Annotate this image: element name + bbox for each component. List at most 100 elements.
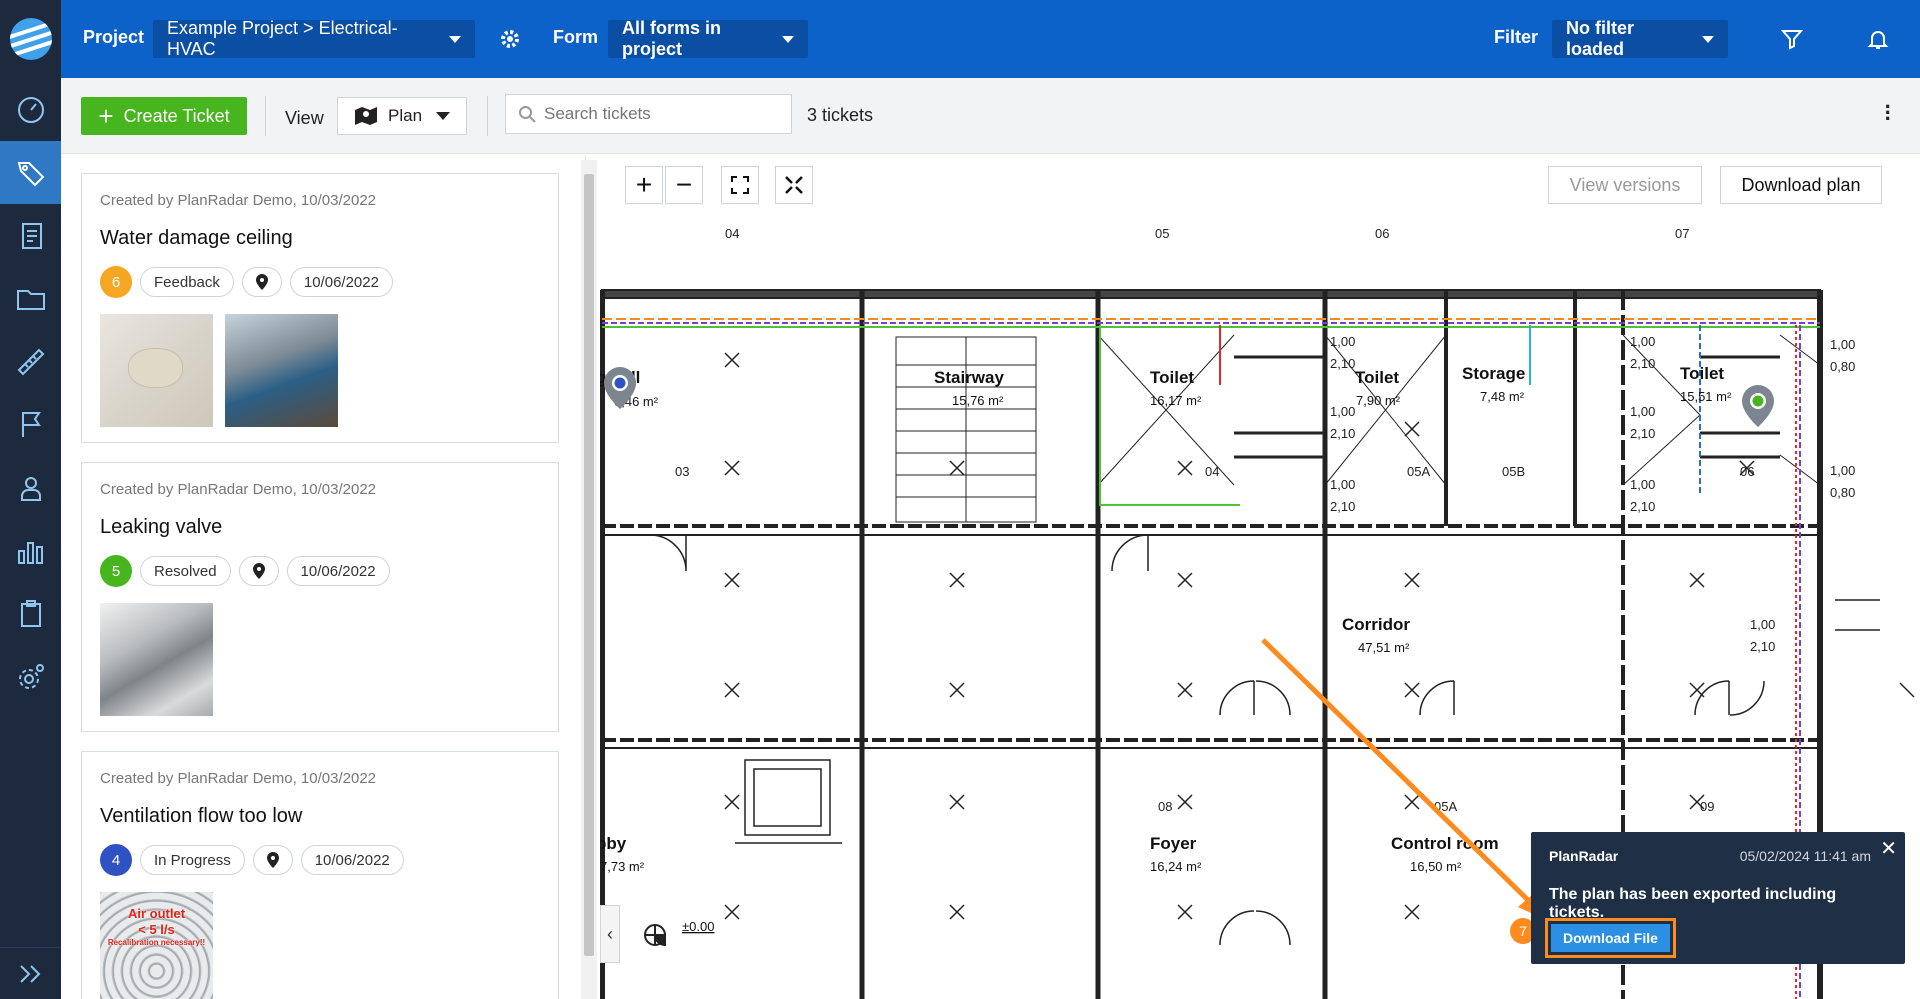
svg-text:05: 05 (1155, 226, 1169, 241)
ticket-photo[interactable] (100, 314, 213, 427)
svg-text:2,10: 2,10 (1630, 499, 1655, 514)
chevron-down-icon (449, 35, 461, 43)
reports-icon[interactable] (0, 519, 61, 582)
room-area: 15,76 m² (952, 393, 1004, 408)
close-icon[interactable]: ✕ (1880, 836, 1897, 861)
chevron-down-icon (436, 112, 450, 120)
location-pin-icon[interactable] (252, 845, 293, 875)
ticket-meta: Created by PlanRadar Demo, 10/03/2022 (100, 192, 377, 209)
room-area: 7,90 m² (1356, 393, 1401, 408)
svg-text:2,10: 2,10 (1330, 499, 1355, 514)
collapse-panel-button[interactable]: ‹ (600, 905, 620, 963)
location-pin-icon[interactable] (241, 267, 282, 297)
dashboard-icon[interactable] (0, 78, 61, 141)
clipboard-icon[interactable] (0, 582, 61, 645)
zoom-in-button[interactable]: + (625, 166, 663, 204)
search-box[interactable] (505, 94, 792, 134)
room-area: 15,51 m² (1680, 389, 1732, 404)
ticket-list: Created by PlanRadar Demo, 10/03/2022 Wa… (61, 155, 586, 999)
svg-text:2,10: 2,10 (1630, 356, 1655, 371)
search-input[interactable] (544, 104, 774, 124)
download-file-button[interactable]: Download File (1551, 924, 1670, 952)
tickets-icon[interactable] (0, 141, 61, 204)
settings-icon[interactable] (0, 645, 61, 708)
status-badge: Feedback (140, 267, 234, 297)
ticket-card[interactable]: Created by PlanRadar Demo, 10/03/2022 Wa… (81, 173, 559, 443)
form-select[interactable]: All forms in project (608, 18, 808, 59)
folder-icon[interactable] (0, 267, 61, 330)
filter-funnel-icon[interactable] (1779, 26, 1805, 52)
svg-text:05A: 05A (1407, 464, 1430, 479)
plus-icon: + (98, 101, 114, 131)
svg-text:09: 09 (1700, 799, 1714, 814)
svg-text:03: 03 (675, 464, 689, 479)
status-badge: In Progress (140, 845, 245, 875)
level-mark: ±0.00 (682, 919, 714, 934)
ticket-card[interactable]: Created by PlanRadar Demo, 10/03/2022 Le… (81, 462, 559, 732)
svg-text:1,00: 1,00 (1750, 617, 1775, 632)
project-value: Example Project > Electrical-HVAC (167, 18, 398, 59)
svg-text:08: 08 (1158, 799, 1172, 814)
ticket-title: Leaking valve (100, 516, 223, 538)
plans-icon[interactable] (0, 330, 61, 393)
filter-value: No filter loaded (1566, 18, 1635, 59)
room-area: 7,73 m² (600, 859, 645, 874)
ticket-toolbar: + Create Ticket View Plan 3 tickets ··· (61, 78, 1920, 154)
fit-to-screen-icon[interactable] (775, 166, 813, 204)
ticket-photo[interactable] (225, 314, 338, 427)
photo-annotation: Recalibration necessary!! (107, 938, 206, 947)
planradar-logo[interactable] (0, 0, 61, 78)
photo-annotation: < 5 l/s (138, 922, 175, 937)
view-label: View (285, 108, 324, 128)
svg-text:06: 06 (1375, 226, 1389, 241)
location-pin-icon[interactable] (238, 556, 279, 586)
highlight-arrow (1261, 638, 1548, 921)
ticket-photo[interactable] (100, 603, 213, 716)
zoom-out-button[interactable]: − (665, 166, 703, 204)
view-value: Plan (388, 106, 423, 125)
top-bar: Project Example Project > Electrical-HVA… (61, 0, 1920, 78)
list-scrollbar[interactable] (581, 160, 597, 999)
svg-text:1,00: 1,00 (1830, 463, 1855, 478)
room-area: 47,51 m² (1358, 640, 1410, 655)
svg-text:04: 04 (1205, 464, 1219, 479)
fullscreen-icon[interactable] (721, 166, 759, 204)
flag-icon[interactable] (0, 393, 61, 456)
svg-text:06: 06 (1740, 464, 1754, 479)
ticket-photo[interactable]: Air outlet < 5 l/s Recalibration necessa… (100, 892, 213, 999)
divider (487, 96, 488, 136)
notification-time: 05/02/2024 11:41 am (1739, 848, 1871, 864)
notification-sender: PlanRadar (1549, 848, 1619, 864)
room-label: Corridor (1342, 615, 1410, 634)
svg-text:1,00: 1,00 (1630, 477, 1655, 492)
create-ticket-label: Create Ticket (123, 105, 230, 126)
view-select[interactable]: Plan (337, 97, 467, 135)
svg-text:04: 04 (725, 226, 739, 241)
svg-text:1,00: 1,00 (1830, 337, 1855, 352)
gear-icon[interactable] (497, 26, 523, 52)
double-chevron-right-icon[interactable] (0, 947, 61, 999)
ticket-title: Ventilation flow too low (100, 805, 303, 827)
download-plan-button[interactable]: Download plan (1720, 166, 1882, 204)
room-area: 7,48 m² (1480, 389, 1525, 404)
ticket-card[interactable]: Created by PlanRadar Demo, 10/03/2022 Ve… (81, 751, 559, 999)
filter-select[interactable]: No filter loaded (1552, 18, 1728, 59)
svg-text:1,00: 1,00 (1630, 404, 1655, 419)
forms-icon[interactable] (0, 204, 61, 267)
more-options-icon[interactable]: · · · (1885, 96, 1892, 130)
users-icon[interactable] (0, 456, 61, 519)
form-value: All forms in project (622, 18, 722, 59)
svg-text:07: 07 (1675, 226, 1689, 241)
project-select[interactable]: Example Project > Electrical-HVAC (153, 18, 475, 59)
create-ticket-button[interactable]: + Create Ticket (81, 97, 247, 135)
left-navigation (0, 0, 61, 999)
view-versions-button[interactable]: View versions (1548, 166, 1702, 204)
ticket-pin[interactable] (1742, 385, 1774, 427)
room-label: Storage (1462, 364, 1525, 383)
svg-text:2,10: 2,10 (1630, 426, 1655, 441)
room-area: 16,50 m² (1410, 859, 1462, 874)
svg-text:2,10: 2,10 (1330, 426, 1355, 441)
ticket-number-badge: 6 (100, 266, 132, 298)
bell-icon[interactable] (1865, 26, 1891, 52)
due-date-badge: 10/06/2022 (300, 845, 404, 875)
